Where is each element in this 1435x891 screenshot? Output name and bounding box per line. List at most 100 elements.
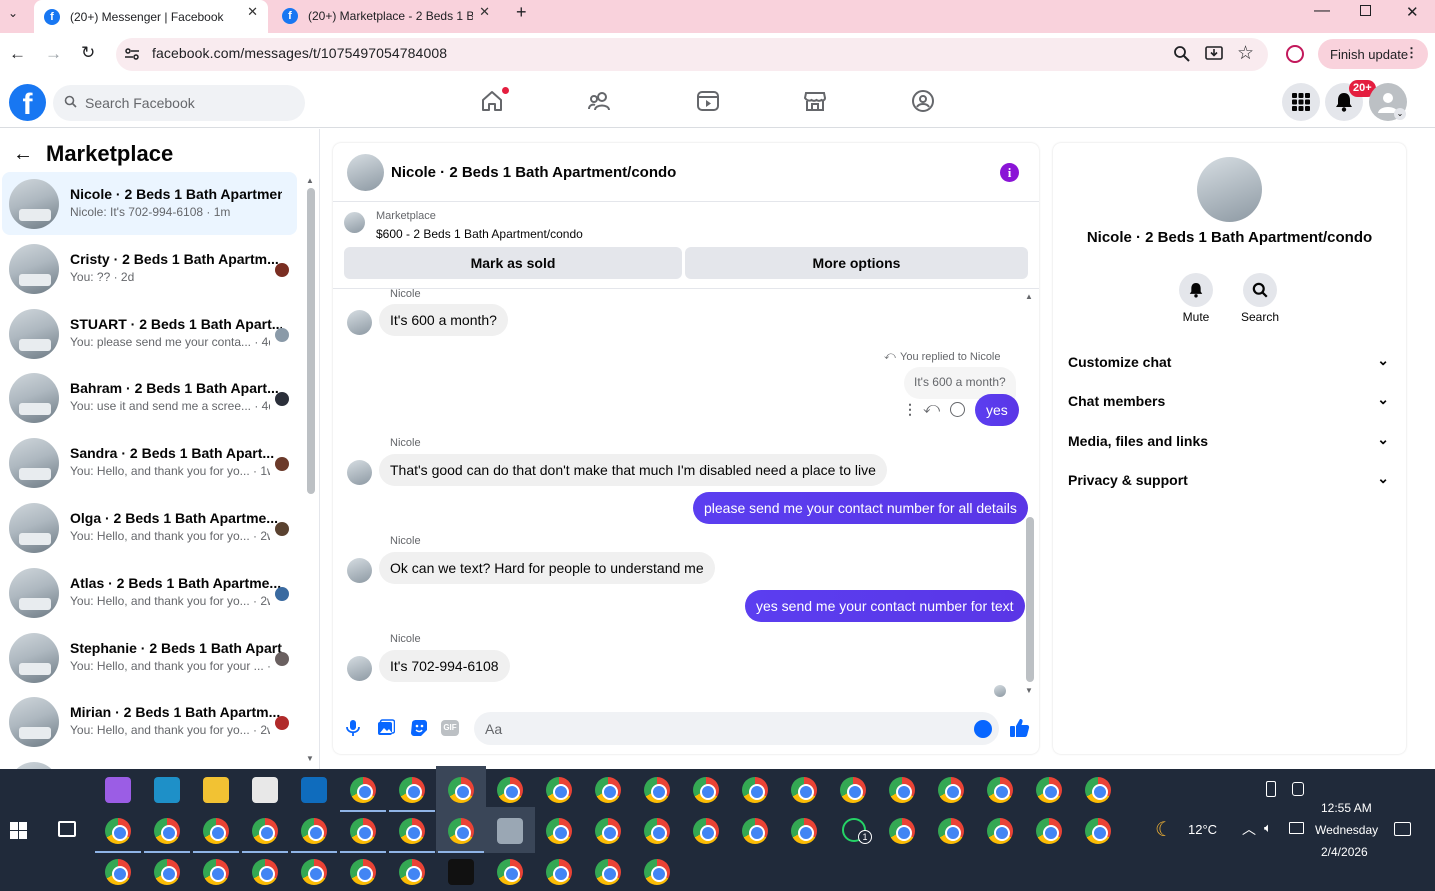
- chat-scrollbar[interactable]: [1026, 517, 1034, 682]
- chrome-profile-icon[interactable]: [154, 818, 180, 844]
- info-icon[interactable]: i: [1000, 163, 1019, 182]
- chat-members-section[interactable]: Chat members ⌄: [1068, 391, 1393, 409]
- chrome-profile-icon[interactable]: [595, 777, 621, 803]
- phone-link-icon[interactable]: [1266, 781, 1276, 797]
- sidebar-scrollbar[interactable]: [307, 188, 315, 494]
- chrome-profile-icon[interactable]: [497, 859, 523, 885]
- nicole-avatar[interactable]: [347, 460, 372, 485]
- chrome-profile-icon[interactable]: [987, 777, 1013, 803]
- back-arrow-icon[interactable]: ←: [13, 143, 33, 166]
- message-composer-input[interactable]: Aa: [474, 712, 999, 745]
- conversation-item[interactable]: Olga · 2 Beds 1 Bath Apartme... You: Hell…: [2, 496, 297, 559]
- chrome-profile-icon[interactable]: [252, 859, 278, 885]
- minimize-button[interactable]: —: [1314, 2, 1330, 20]
- chrome-profile-icon[interactable]: [350, 818, 376, 844]
- chrome-profile-icon[interactable]: [644, 818, 670, 844]
- scroll-down-arrow-icon[interactable]: ▼: [1025, 686, 1033, 695]
- thumbs-up-icon[interactable]: [1009, 718, 1030, 743]
- chrome-profile-icon[interactable]: [448, 818, 474, 844]
- notification-center-icon[interactable]: [1394, 822, 1411, 836]
- chrome-profile-icon[interactable]: [742, 777, 768, 803]
- message-bubble-outgoing[interactable]: yes: [975, 394, 1019, 426]
- chrome-profile-icon[interactable]: [301, 818, 327, 844]
- chrome-profile-icon[interactable]: [1085, 777, 1111, 803]
- conversation-item[interactable]: Atlas · 2 Beds 1 Bath Apartme... You: Hel…: [2, 561, 297, 624]
- mark-as-sold-button[interactable]: Mark as sold: [344, 247, 682, 279]
- zoom-icon[interactable]: [1173, 45, 1190, 67]
- message-bubble-outgoing[interactable]: yes send me your contact number for text: [745, 590, 1025, 622]
- marketplace-icon[interactable]: [802, 88, 828, 114]
- chrome-profile-icon[interactable]: [350, 777, 376, 803]
- chrome-profile-icon[interactable]: [791, 777, 817, 803]
- listing-detail[interactable]: $600 - 2 Beds 1 Bath Apartment/condo: [376, 227, 583, 241]
- nicole-avatar[interactable]: [347, 558, 372, 583]
- bookmark-star-icon[interactable]: ☆: [1237, 42, 1254, 65]
- chrome-profile-icon[interactable]: [644, 859, 670, 885]
- chrome-profile-icon[interactable]: [154, 859, 180, 885]
- network-icon[interactable]: [1289, 822, 1304, 834]
- clock-time[interactable]: 12:55 AM: [1321, 801, 1372, 815]
- install-app-icon[interactable]: [1205, 45, 1223, 67]
- chrome-profile-icon[interactable]: [203, 859, 229, 885]
- chrome-profile-icon[interactable]: [595, 859, 621, 885]
- reply-icon[interactable]: ⤺: [923, 400, 940, 418]
- tab-close-icon[interactable]: ✕: [247, 4, 258, 20]
- message-bubble-outgoing[interactable]: please send me your contact number for a…: [693, 492, 1028, 524]
- conversation-item[interactable]: Sandra · 2 Beds 1 Bath Apart... You: Hell…: [2, 431, 297, 494]
- chrome-profile-icon[interactable]: [938, 777, 964, 803]
- emoji-icon[interactable]: [974, 720, 992, 738]
- chrome-profile-icon[interactable]: [595, 818, 621, 844]
- nicole-avatar[interactable]: [347, 310, 372, 335]
- chrome-profile-icon[interactable]: [693, 777, 719, 803]
- chrome-profile-icon[interactable]: [938, 818, 964, 844]
- volume-icon[interactable]: 🔈︎: [1264, 820, 1272, 836]
- customize-chat-section[interactable]: Customize chat ⌄: [1068, 352, 1393, 370]
- chrome-profile-icon[interactable]: [546, 818, 572, 844]
- chrome-profile-icon[interactable]: [399, 818, 425, 844]
- clock-date[interactable]: 2/4/2026: [1321, 845, 1368, 859]
- microphone-icon[interactable]: [345, 719, 361, 742]
- facebook-logo[interactable]: f: [9, 84, 46, 121]
- friends-icon[interactable]: [587, 88, 613, 114]
- chrome-profile-icon[interactable]: [644, 777, 670, 803]
- profile-icon[interactable]: [1286, 45, 1304, 63]
- menu-grid-button[interactable]: [1282, 83, 1320, 121]
- tab-marketplace[interactable]: f (20+) Marketplace - 2 Beds 1 Bath Apar…: [272, 3, 500, 29]
- new-tab-button[interactable]: +: [516, 2, 527, 23]
- conversation-item[interactable]: [2, 755, 297, 769]
- tray-overflow-chevron-icon[interactable]: ︿: [1242, 819, 1256, 839]
- photo-viewer-icon[interactable]: [497, 818, 523, 844]
- listing-thumbnail[interactable]: [344, 212, 365, 233]
- outlook-icon[interactable]: [301, 777, 327, 803]
- chrome-profile-icon[interactable]: [546, 777, 572, 803]
- message-bubble-incoming[interactable]: That's good can do that don't make that …: [379, 454, 887, 486]
- chrome-profile-icon[interactable]: [497, 777, 523, 803]
- chrome-profile-icon[interactable]: [1036, 818, 1062, 844]
- chrome-profile-icon[interactable]: [252, 818, 278, 844]
- chrome-profile-icon[interactable]: [693, 818, 719, 844]
- chat-header-avatar[interactable]: [347, 154, 384, 191]
- conversation-item[interactable]: Mirian · 2 Beds 1 Bath Apartm... You: Hel…: [2, 690, 297, 753]
- close-window-button[interactable]: ✕: [1406, 3, 1419, 21]
- copilot-icon[interactable]: [105, 777, 131, 803]
- maximize-button[interactable]: [1360, 5, 1371, 16]
- home-icon[interactable]: [479, 87, 509, 114]
- groups-icon[interactable]: [910, 88, 936, 114]
- edge-icon[interactable]: [154, 777, 180, 803]
- message-bubble-incoming[interactable]: Ok can we text? Hard for people to under…: [379, 552, 715, 584]
- chrome-profile-icon[interactable]: [301, 859, 327, 885]
- message-bubble-incoming[interactable]: It's 600 a month?: [379, 304, 508, 336]
- file-explorer-icon[interactable]: [203, 777, 229, 803]
- conversation-item[interactable]: Cristy · 2 Beds 1 Bath Apartm... You: ?? …: [2, 237, 297, 300]
- conversation-item[interactable]: Bahram · 2 Beds 1 Bath Apart... You: use …: [2, 366, 297, 429]
- facebook-search-input[interactable]: Search Facebook: [53, 85, 305, 121]
- chrome-profile-icon[interactable]: [889, 777, 915, 803]
- gif-icon[interactable]: GIF: [441, 720, 459, 736]
- react-emoji-icon[interactable]: [950, 402, 965, 417]
- conversation-item[interactable]: Stephanie · 2 Beds 1 Bath Apart... You: H…: [2, 626, 297, 689]
- chrome-profile-icon[interactable]: [742, 818, 768, 844]
- chrome-profile-icon[interactable]: [546, 859, 572, 885]
- tab-messenger[interactable]: f (20+) Messenger | Facebook ✕: [34, 0, 268, 33]
- nicole-avatar[interactable]: [347, 656, 372, 681]
- chrome-profile-icon[interactable]: [399, 859, 425, 885]
